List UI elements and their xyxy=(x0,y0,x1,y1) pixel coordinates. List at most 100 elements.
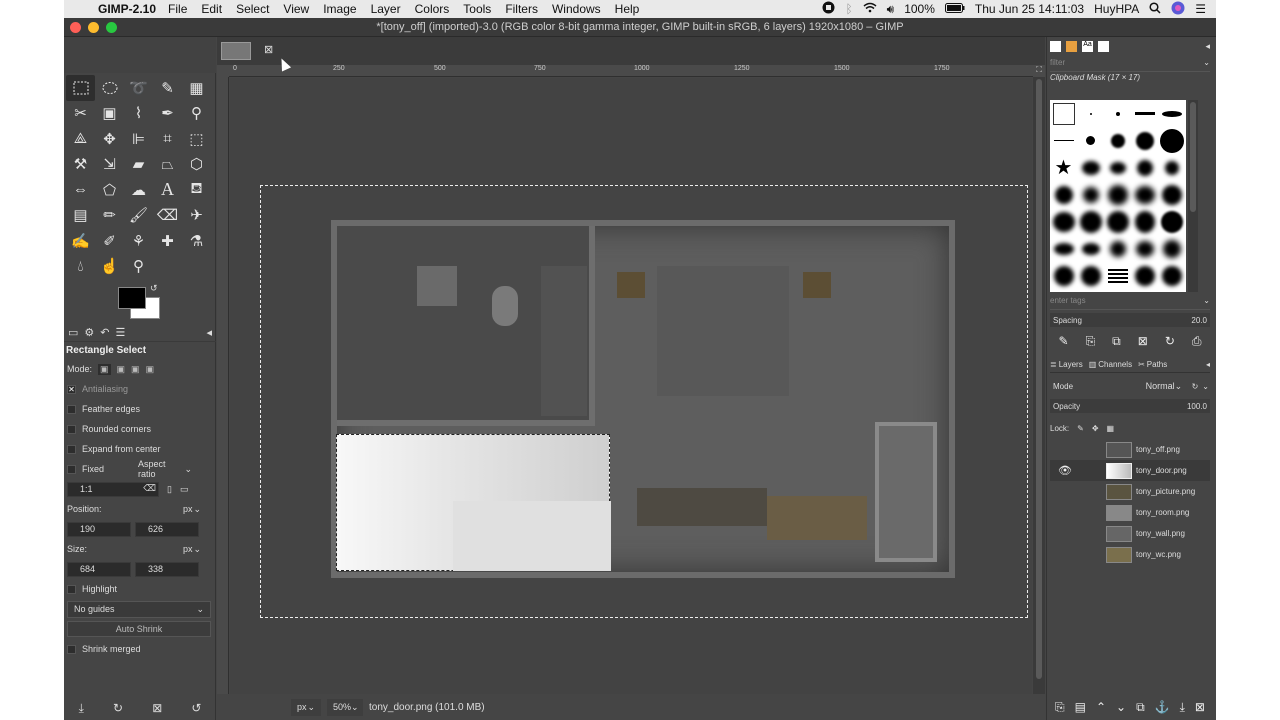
close-tab-icon[interactable]: ⊠ xyxy=(264,43,273,56)
scissors-select-tool-icon[interactable]: ✂ xyxy=(66,101,95,127)
brush-item[interactable] xyxy=(1104,100,1131,127)
delete-options-icon[interactable]: ⊠ xyxy=(152,701,162,715)
user-name[interactable]: HuyHPA xyxy=(1094,2,1139,16)
fonts-tab-icon[interactable]: Aa xyxy=(1082,41,1093,52)
record-icon[interactable] xyxy=(822,1,835,17)
minimize-window-button[interactable] xyxy=(88,22,99,33)
measure-tool-icon[interactable]: ⟁ xyxy=(66,126,95,152)
smudge-tool-icon[interactable]: ☝ xyxy=(95,254,124,280)
rect-selection[interactable] xyxy=(336,434,611,571)
reset-options-icon[interactable]: ↺ xyxy=(191,701,201,715)
ruler-corner-icon[interactable] xyxy=(217,65,229,77)
merge-layer-icon[interactable]: ⤓ xyxy=(1180,700,1185,715)
paintbrush-tool-icon[interactable]: 🖌︎ xyxy=(124,203,153,229)
menu-edit[interactable]: Edit xyxy=(201,2,222,16)
siri-icon[interactable] xyxy=(1171,1,1185,18)
chevron-down-icon[interactable]: ⌄ xyxy=(1202,382,1209,391)
spotlight-icon[interactable] xyxy=(1149,1,1161,17)
zoom-tool-icon[interactable]: ⚲ xyxy=(182,101,211,127)
tab-channels[interactable]: ▥ Channels xyxy=(1089,360,1132,369)
delete-layer-icon[interactable]: ⊠ xyxy=(1195,700,1205,714)
layer-row[interactable]: tony_wall.png xyxy=(1050,523,1210,544)
crop-tool-icon[interactable]: ⌗ xyxy=(153,126,182,152)
brush-item[interactable] xyxy=(1050,262,1077,289)
brush-item[interactable] xyxy=(1131,154,1158,181)
image-canvas[interactable] xyxy=(230,78,1032,696)
airbrush-tool-icon[interactable]: ✈ xyxy=(182,203,211,229)
brush-item[interactable] xyxy=(1158,181,1185,208)
ratio-input[interactable]: 1:1 ⌫ xyxy=(67,481,159,497)
unified-transform-tool-icon[interactable]: ⬚ xyxy=(182,126,211,152)
fixed-mode-dropdown[interactable]: Aspect ratio ⌄ xyxy=(132,459,198,479)
brush-filter-input[interactable]: filter ⌄ xyxy=(1050,58,1210,72)
brush-item[interactable] xyxy=(1131,127,1158,154)
brush-item[interactable]: ★ xyxy=(1050,154,1077,181)
brushes-tab-icon[interactable] xyxy=(1050,41,1061,52)
brush-item[interactable] xyxy=(1077,208,1104,235)
brush-item[interactable] xyxy=(1104,181,1131,208)
bluetooth-icon[interactable]: ᛒ xyxy=(845,2,852,16)
brush-item[interactable] xyxy=(1104,127,1131,154)
pencil-tool-icon[interactable]: ✏ xyxy=(95,203,124,229)
horizontal-ruler[interactable]: 0 250 500 750 1000 1250 1500 1750 xyxy=(229,65,1033,77)
tool-options-tab-icon[interactable]: ▭ xyxy=(68,326,78,339)
brush-item[interactable] xyxy=(1158,208,1185,235)
brush-item[interactable] xyxy=(1131,181,1158,208)
brush-item[interactable] xyxy=(1077,181,1104,208)
flip-tool-icon[interactable]: ⇔ xyxy=(66,177,95,203)
undo-history-tab-icon[interactable]: ↶ xyxy=(100,326,109,339)
dodge-burn-tool-icon[interactable]: ⚲ xyxy=(124,254,153,280)
warp-tool-icon[interactable]: ☁ xyxy=(124,177,153,203)
shear-tool-icon[interactable]: ▰ xyxy=(124,152,153,178)
menu-image[interactable]: Image xyxy=(323,2,356,16)
mode-replace-icon[interactable]: ▣ xyxy=(98,363,111,375)
foreground-select-tool-icon[interactable]: ▣ xyxy=(95,101,124,127)
layer-row[interactable]: 👁︎ tony_door.png xyxy=(1050,460,1210,481)
vertical-scrollbar[interactable] xyxy=(1033,77,1045,697)
landscape-icon[interactable]: ▭ xyxy=(180,484,189,495)
clear-icon[interactable]: ⌫ xyxy=(143,483,156,494)
patterns-tab-icon[interactable] xyxy=(1066,41,1077,52)
delete-brush-icon[interactable]: ⊠ xyxy=(1138,334,1148,348)
scale-tool-icon[interactable]: ⇲ xyxy=(95,152,124,178)
new-layer-group-icon[interactable]: ▤ xyxy=(1075,700,1086,714)
brush-item[interactable] xyxy=(1077,235,1104,262)
brush-item[interactable] xyxy=(1077,262,1104,289)
brush-item[interactable] xyxy=(1131,235,1158,262)
heal-tool-icon[interactable]: ✚ xyxy=(153,228,182,254)
mode-reset-icon[interactable]: ↻ xyxy=(1192,382,1199,391)
menu-view[interactable]: View xyxy=(283,2,309,16)
color-picker-tool-icon[interactable]: ✒ xyxy=(153,101,182,127)
device-status-tab-icon[interactable]: ⚙ xyxy=(84,326,94,339)
panel-menu-icon[interactable]: ◂ xyxy=(1206,360,1210,369)
tab-layers[interactable]: ≣ Layers xyxy=(1050,360,1083,369)
brush-item[interactable] xyxy=(1050,127,1077,154)
menu-select[interactable]: Select xyxy=(236,2,269,16)
eraser-tool-icon[interactable]: ⌫ xyxy=(153,203,182,229)
swap-colors-icon[interactable]: ↺ xyxy=(150,283,158,294)
perspective-tool-icon[interactable]: ⏢ xyxy=(153,152,182,178)
menu-layer[interactable]: Layer xyxy=(371,2,401,16)
feather-edges-checkbox[interactable] xyxy=(67,404,76,414)
brush-item[interactable] xyxy=(1104,208,1131,235)
opacity-slider[interactable]: Opacity 100.0 xyxy=(1050,399,1210,413)
move-tool-icon[interactable]: ✥ xyxy=(95,126,124,152)
position-x-input[interactable]: 190 xyxy=(67,521,131,537)
paths-tool-icon[interactable]: ⌇ xyxy=(124,101,153,127)
ellipse-select-tool-icon[interactable] xyxy=(95,75,124,101)
zoom-to-fit-icon[interactable]: ⛶ xyxy=(1033,65,1045,77)
position-y-input[interactable]: 626 xyxy=(135,521,199,537)
brush-item[interactable] xyxy=(1158,100,1185,127)
zoom-dropdown[interactable]: 50% ⌄ xyxy=(327,698,363,716)
anchor-layer-icon[interactable]: ⚓ xyxy=(1155,700,1170,714)
align-tool-icon[interactable]: ⊫ xyxy=(124,126,153,152)
perspective-clone-tool-icon[interactable]: ⚗ xyxy=(182,228,211,254)
mode-add-icon[interactable]: ▣ xyxy=(117,364,126,375)
highlight-checkbox[interactable] xyxy=(67,584,76,594)
brush-item[interactable] xyxy=(1050,100,1077,127)
auto-shrink-button[interactable]: Auto Shrink xyxy=(67,621,211,637)
cage-transform-tool-icon[interactable]: ⬠ xyxy=(95,177,124,203)
duplicate-brush-icon[interactable]: ⧉ xyxy=(1112,334,1121,349)
ink-tool-icon[interactable]: ✍ xyxy=(66,228,95,254)
notification-center-icon[interactable]: ☰ xyxy=(1195,2,1206,16)
